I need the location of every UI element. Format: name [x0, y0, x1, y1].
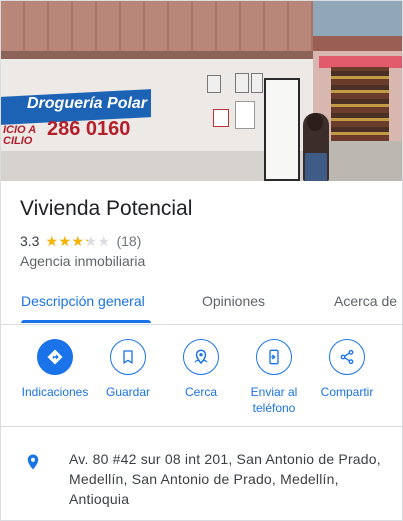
- photo-person-head: [307, 113, 323, 131]
- rating-row: 3.3 ★★★★★★★★★★ (18): [20, 233, 141, 249]
- photo-sky: [313, 1, 402, 36]
- photo-roof-right: [313, 36, 402, 51]
- star-empty-icon: ★: [97, 232, 111, 249]
- photo-sign-phone: 286 0160: [47, 118, 131, 140]
- save-button[interactable]: Guardar: [91, 339, 165, 400]
- photo-meter: [207, 75, 221, 93]
- photo-sign-sub: ICIO A CILIO: [3, 125, 36, 147]
- photo-person-legs: [305, 153, 327, 181]
- share-icon: [329, 339, 365, 375]
- photo-meter: [235, 73, 249, 93]
- place-photo[interactable]: Droguería Polar ICIO A CILIO 286 0160: [1, 1, 402, 181]
- tab-bar: Descripción general Opiniones Acerca de: [1, 287, 402, 325]
- star-icon: ★★: [58, 234, 72, 248]
- action-buttons: Indicaciones Guardar Cerca Enviar al tel…: [1, 339, 402, 417]
- directions-label: Indicaciones: [21, 385, 89, 399]
- star-filled-icon: ★: [71, 234, 85, 248]
- star-filled-icon: ★: [58, 234, 72, 248]
- share-label: Compartir: [320, 385, 374, 399]
- address-text: Av. 80 #42 sur 08 int 201, San Antonio d…: [69, 451, 381, 507]
- nearby-icon: [183, 339, 219, 375]
- share-button[interactable]: Compartir: [310, 339, 384, 400]
- tab-about[interactable]: Acerca de: [334, 287, 397, 325]
- nearby-button[interactable]: Cerca: [164, 339, 238, 400]
- rating-stars: ★★★★★★★★★★: [45, 232, 111, 249]
- bookmark-icon: [110, 339, 146, 375]
- review-count-link[interactable]: (18): [116, 233, 141, 249]
- photo-poster: [213, 109, 229, 127]
- star-icon: ★★: [71, 234, 85, 248]
- active-tab-indicator: [21, 320, 151, 323]
- rating-value: 3.3: [20, 233, 40, 249]
- section-divider: [1, 426, 402, 427]
- send-to-phone-label: Enviar al teléfono: [250, 385, 298, 415]
- location-pin-icon: [24, 451, 42, 478]
- directions-icon: [37, 339, 73, 375]
- star-icon: ★★: [45, 234, 59, 248]
- nearby-label: Cerca: [184, 385, 217, 399]
- place-title: Vivienda Potencial: [20, 197, 193, 220]
- photo-sign-sub-line2: CILIO: [3, 135, 33, 147]
- photo-meter: [251, 73, 263, 93]
- place-panel: Droguería Polar ICIO A CILIO 286 0160 Vi…: [0, 0, 403, 521]
- place-category[interactable]: Agencia inmobiliaria: [20, 253, 145, 269]
- tab-reviews[interactable]: Opiniones: [202, 287, 265, 325]
- send-to-phone-button[interactable]: Enviar al teléfono: [237, 339, 311, 416]
- save-label: Guardar: [105, 385, 151, 399]
- send-to-phone-icon: [256, 339, 292, 375]
- directions-button[interactable]: Indicaciones: [18, 339, 92, 400]
- photo-door: [264, 78, 300, 181]
- star-icon: ★★: [97, 232, 111, 249]
- star-filled-icon: ★: [45, 234, 59, 248]
- photo-sign-name: Droguería Polar: [27, 95, 148, 112]
- star-icon: ★★: [84, 234, 97, 248]
- star-filled-icon: ★: [84, 235, 88, 248]
- photo-poster: [235, 101, 255, 129]
